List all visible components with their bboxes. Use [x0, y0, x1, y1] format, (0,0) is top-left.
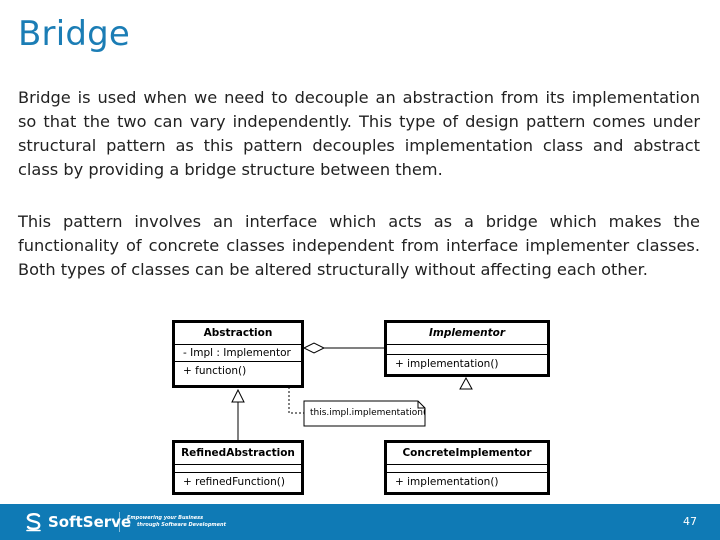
tagline-line-2: through Software Development — [137, 522, 226, 528]
generalization-triangle-abstraction-icon — [231, 388, 245, 403]
class-name: RefinedAbstraction — [175, 443, 301, 465]
class-attribute — [175, 465, 301, 473]
brand-tagline: Empowering your Business through Softwar… — [127, 515, 226, 529]
class-name: Abstraction — [175, 323, 301, 345]
class-concrete-implementor: ConcreteImplementor + implementation() — [384, 440, 550, 495]
footer-bar: SoftServe Empowering your Business throu… — [0, 504, 720, 540]
note-text: this.impl.implementation(); — [310, 408, 425, 418]
generalization-triangle-implementor-icon — [459, 376, 473, 390]
class-operation: + function() — [183, 365, 247, 377]
class-implementor: Implementor + implementation() — [384, 320, 550, 377]
class-operation: + implementation() — [395, 358, 499, 370]
brand-logo: SoftServe — [24, 512, 131, 532]
class-attribute: - Impl : Implementor — [175, 345, 301, 362]
softserve-logo-icon — [26, 513, 41, 532]
tagline-line-1: Empowering your Business — [127, 515, 204, 521]
class-refined-abstraction: RefinedAbstraction + refinedFunction() — [172, 440, 304, 495]
page-number: 47 — [683, 515, 697, 528]
class-operation: + refinedFunction() — [183, 476, 285, 488]
class-attribute — [387, 465, 547, 473]
class-attribute — [387, 345, 547, 355]
footer-divider — [119, 512, 120, 532]
class-abstraction: Abstraction - Impl : Implementor + funct… — [172, 320, 304, 388]
aggregation-diamond-icon — [302, 342, 326, 354]
class-operation: + implementation() — [395, 476, 499, 488]
class-name: ConcreteImplementor — [387, 443, 547, 465]
uml-connectors — [231, 342, 473, 441]
class-name: Implementor — [387, 323, 547, 345]
